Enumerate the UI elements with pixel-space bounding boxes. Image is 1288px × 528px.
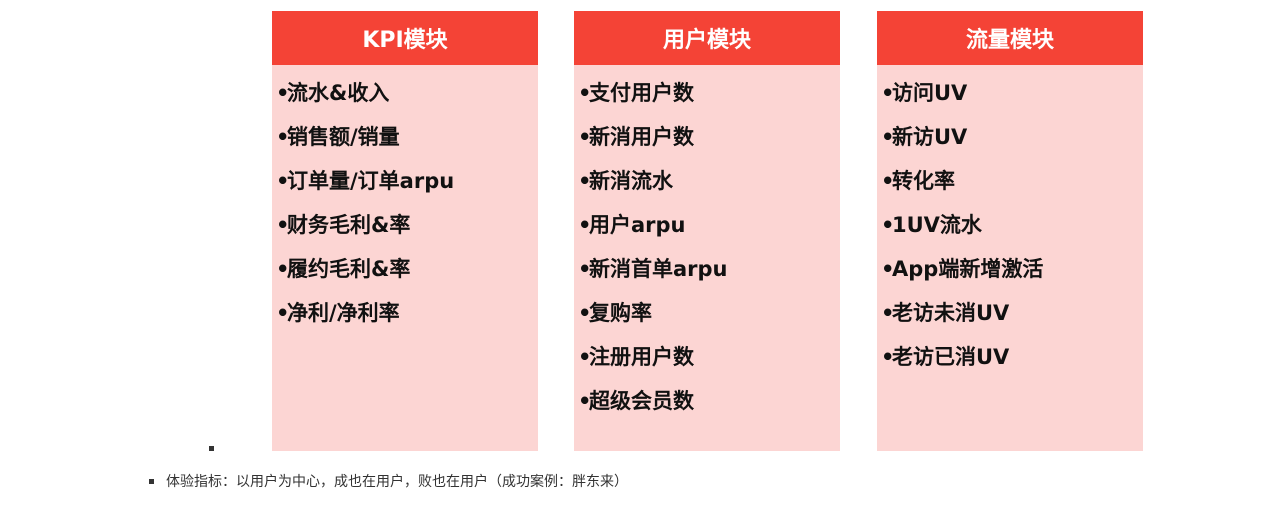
bullet-icon: • (276, 213, 290, 237)
list-item: •老访未消UV (881, 291, 1043, 335)
square-bullet-icon (149, 478, 154, 484)
module-kpi-list: •流水&收入 •销售额/销量 •订单量/订单arpu •财务毛利&率 •履约毛利… (276, 71, 454, 335)
list-item: •访问UV (881, 71, 1043, 115)
list-item: •财务毛利&率 (276, 203, 454, 247)
footnote: 体验指标：以用户为中心，成也在用户，败也在用户（成功案例：胖东来） (149, 470, 628, 492)
list-item: •超级会员数 (578, 379, 728, 423)
bullet-icon: • (276, 125, 290, 149)
module-kpi-title: KPI模块 (272, 11, 538, 65)
list-item: •用户arpu (578, 203, 728, 247)
module-traffic: 流量模块 •访问UV •新访UV •转化率 •1UV流水 •App端新增激活 •… (877, 11, 1143, 451)
bullet-icon: • (276, 169, 290, 193)
list-item: •新访UV (881, 115, 1043, 159)
bullet-icon: • (881, 345, 895, 369)
list-item: •老访已消UV (881, 335, 1043, 379)
bullet-icon: • (578, 213, 592, 237)
bullet-icon: • (276, 257, 290, 281)
bullet-icon: • (276, 301, 290, 325)
list-item: •销售额/销量 (276, 115, 454, 159)
empty-list-bullet-icon (209, 446, 214, 451)
bullet-icon: • (881, 301, 895, 325)
bullet-icon: • (578, 389, 592, 413)
bullet-icon: • (578, 345, 592, 369)
bullet-icon: • (881, 125, 895, 149)
list-item: •订单量/订单arpu (276, 159, 454, 203)
module-user: 用户模块 •支付用户数 •新消用户数 •新消流水 •用户arpu •新消首单ar… (574, 11, 840, 451)
list-item: •履约毛利&率 (276, 247, 454, 291)
list-item: •复购率 (578, 291, 728, 335)
bullet-icon: • (881, 257, 895, 281)
bullet-icon: • (881, 81, 895, 105)
module-kpi: KPI模块 •流水&收入 •销售额/销量 •订单量/订单arpu •财务毛利&率… (272, 11, 538, 451)
module-traffic-list: •访问UV •新访UV •转化率 •1UV流水 •App端新增激活 •老访未消U… (881, 71, 1043, 379)
list-item: •注册用户数 (578, 335, 728, 379)
list-item: •新消首单arpu (578, 247, 728, 291)
bullet-icon: • (578, 169, 592, 193)
bullet-icon: • (578, 301, 592, 325)
module-traffic-title: 流量模块 (877, 11, 1143, 65)
footnote-text: 体验指标：以用户为中心，成也在用户，败也在用户（成功案例：胖东来） (166, 474, 628, 490)
list-item: •转化率 (881, 159, 1043, 203)
list-item: •净利/净利率 (276, 291, 454, 335)
list-item: •App端新增激活 (881, 247, 1043, 291)
list-item: •新消用户数 (578, 115, 728, 159)
bullet-icon: • (881, 169, 895, 193)
bullet-icon: • (578, 257, 592, 281)
list-item: •新消流水 (578, 159, 728, 203)
list-item: •流水&收入 (276, 71, 454, 115)
bullet-icon: • (578, 81, 592, 105)
module-user-list: •支付用户数 •新消用户数 •新消流水 •用户arpu •新消首单arpu •复… (578, 71, 728, 423)
module-user-title: 用户模块 (574, 11, 840, 65)
bullet-icon: • (578, 125, 592, 149)
bullet-icon: • (276, 81, 290, 105)
list-item: •1UV流水 (881, 203, 1043, 247)
bullet-icon: • (881, 213, 895, 237)
list-item: •支付用户数 (578, 71, 728, 115)
